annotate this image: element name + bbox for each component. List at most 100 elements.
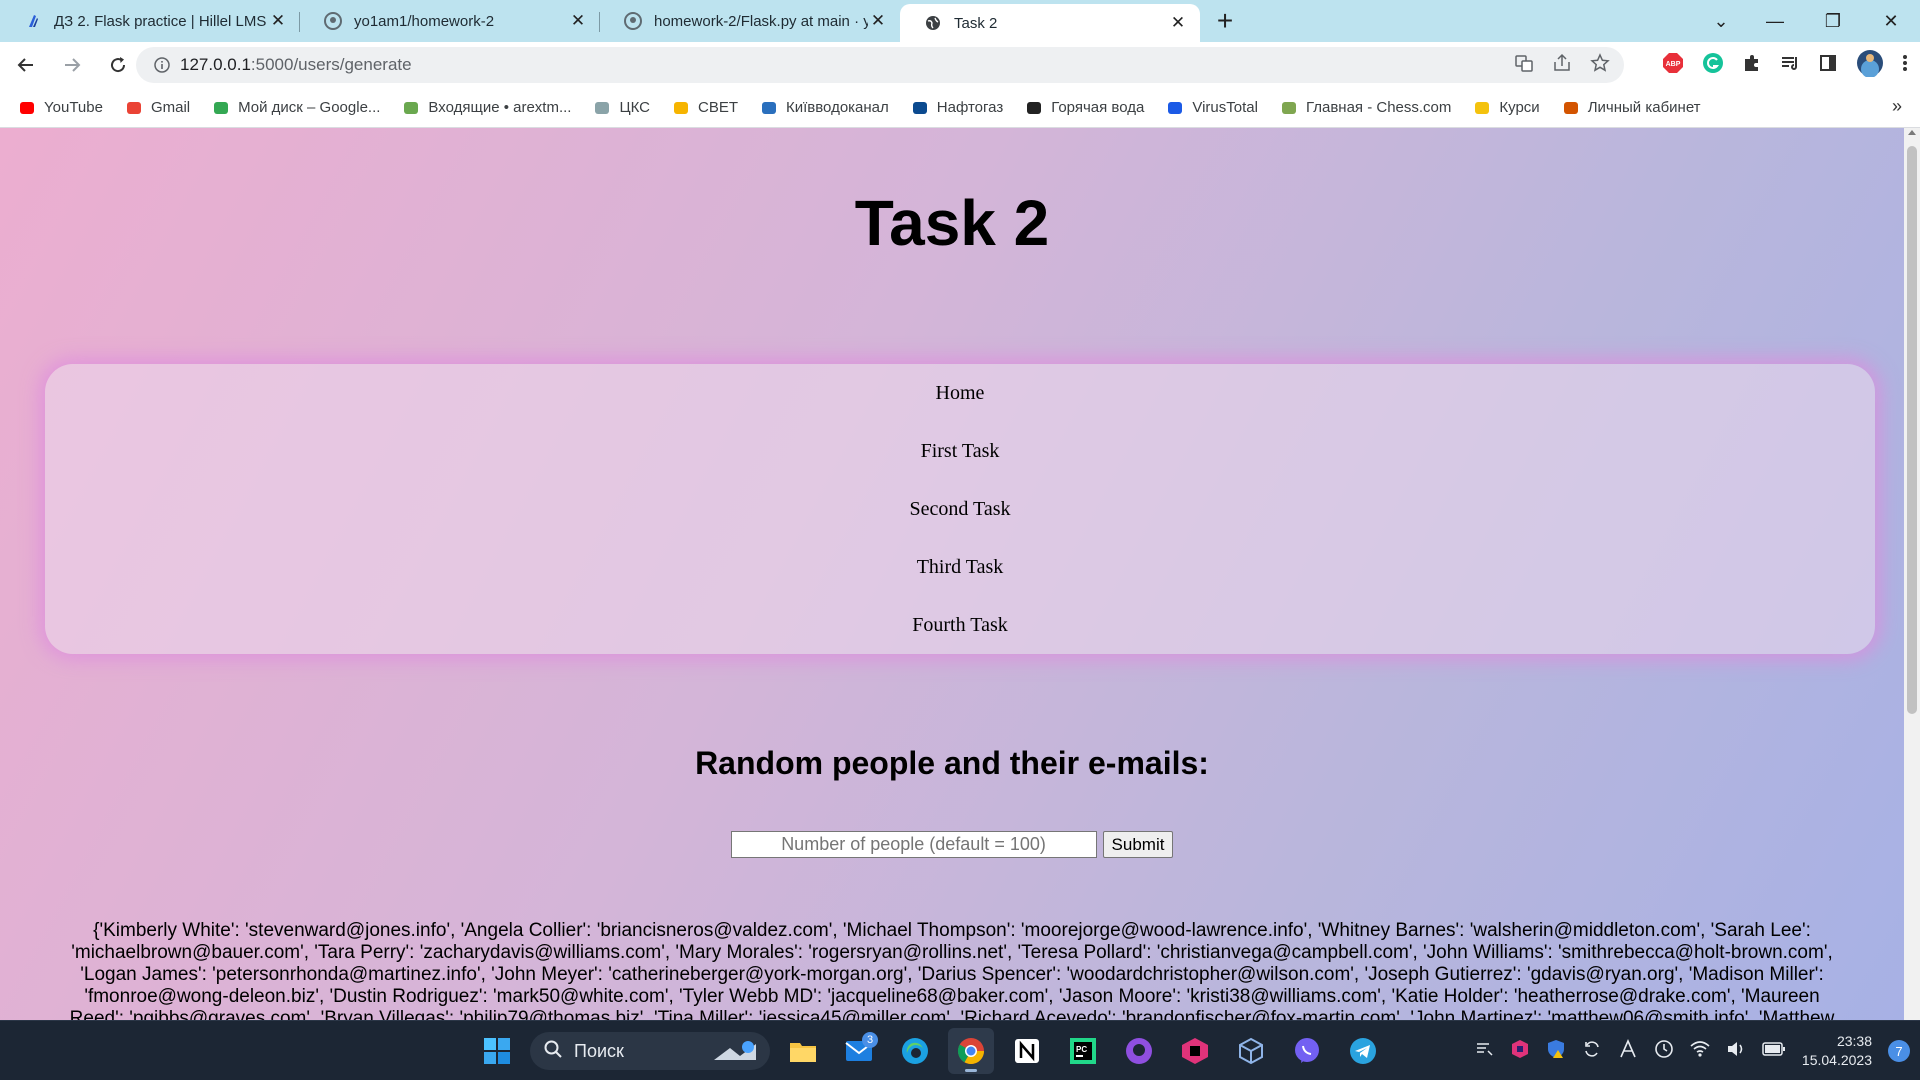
bookmarks-bar: YouTube Gmail Мой диск – Google... Входящие… [0, 88, 1920, 128]
svg-text:PC: PC [1076, 1045, 1087, 1054]
windows-start-icon[interactable] [474, 1028, 520, 1074]
tab-strip: ДЗ 2. Flask practice | Hillel LMS ✕ yo1a… [0, 0, 1920, 42]
close-icon[interactable]: ✕ [1168, 13, 1188, 33]
close-icon[interactable]: ✕ [568, 11, 588, 31]
file-explorer-icon[interactable] [780, 1028, 826, 1074]
bookmark-item[interactable]: Горячая вода [1025, 99, 1144, 117]
sync-icon[interactable] [1582, 1039, 1602, 1064]
github-icon [624, 12, 642, 30]
jetbrains-toolbox-icon[interactable] [1172, 1028, 1218, 1074]
clock-app-icon[interactable] [1654, 1039, 1674, 1064]
bookmark-item[interactable]: Главная - Chess.com [1280, 99, 1451, 117]
tab-title: yo1am1/homework-2 [354, 12, 495, 30]
new-tab-button[interactable]: + [1200, 0, 1250, 42]
people-count-input[interactable] [730, 831, 1097, 858]
bookmark-item[interactable]: Київводоканал [760, 99, 889, 117]
bookmark-label: Главная - Chess.com [1305, 99, 1452, 116]
bookmarks-overflow-icon[interactable]: » [1892, 96, 1902, 117]
tab-hillel-lms[interactable]: ДЗ 2. Flask practice | Hillel LMS ✕ [0, 0, 300, 42]
bookmark-item[interactable]: Нафтогаз [911, 99, 1003, 117]
system-tray: 23:38 15.04.2023 7 [1474, 1021, 1910, 1080]
address-bar[interactable]: 127.0.0.1:5000/users/generate [136, 47, 1624, 83]
viber-icon[interactable] [1284, 1028, 1330, 1074]
input-language-icon[interactable] [1618, 1038, 1638, 1064]
mail-app-icon[interactable]: 3 [836, 1028, 882, 1074]
notification-badge[interactable]: 7 [1888, 1040, 1910, 1062]
edge-icon[interactable] [892, 1028, 938, 1074]
hillel-lms-icon [24, 12, 42, 30]
vodokanal-icon [760, 99, 778, 117]
tab-task-2[interactable]: Task 2 ✕ [900, 4, 1200, 42]
virtualbox-icon[interactable] [1228, 1028, 1274, 1074]
generated-people-text: {'Kimberly White': 'stevenward@jones.inf… [69, 920, 1835, 1020]
close-icon[interactable]: ✕ [268, 11, 288, 31]
bookmark-item[interactable]: VirusTotal [1166, 99, 1258, 117]
volume-icon[interactable] [1726, 1040, 1746, 1063]
bookmark-item[interactable]: СВЕТ [672, 99, 738, 117]
bookmark-label: Горячая вода [1051, 99, 1145, 116]
mail-icon [402, 99, 420, 117]
site-info-icon[interactable] [144, 57, 180, 73]
adblock-icon[interactable]: ABP [1662, 52, 1684, 79]
nav-link-first-task[interactable]: First Task [921, 440, 1000, 498]
security-shield-icon[interactable] [1546, 1039, 1566, 1064]
generate-form: Submit [0, 831, 1904, 858]
extensions-puzzle-icon[interactable] [1742, 53, 1762, 78]
chrome-icon[interactable] [948, 1028, 994, 1074]
submit-button[interactable]: Submit [1102, 831, 1174, 858]
bookmark-item[interactable]: Мой диск – Google... [212, 99, 380, 117]
pycharm-icon[interactable]: PC [1060, 1028, 1106, 1074]
nav-link-home[interactable]: Home [936, 382, 985, 440]
bookmark-item[interactable]: Курси [1473, 99, 1540, 117]
tab-github-file[interactable]: homework-2/Flask.py at main · yo ✕ [600, 0, 900, 42]
nav-link-third-task[interactable]: Third Task [917, 556, 1004, 614]
tray-app-icon[interactable] [1510, 1039, 1530, 1064]
tab-title: ДЗ 2. Flask practice | Hillel LMS [54, 12, 267, 30]
close-window-button[interactable]: ✕ [1862, 0, 1920, 42]
grammarly-icon[interactable] [1702, 52, 1724, 79]
chrome-menu-icon[interactable] [1902, 53, 1908, 78]
translate-icon[interactable] [1514, 53, 1534, 78]
bookmark-item[interactable]: ЦКС [593, 99, 650, 117]
bookmark-star-icon[interactable] [1590, 52, 1610, 78]
battery-icon[interactable] [1762, 1041, 1786, 1061]
side-panel-icon[interactable] [1818, 53, 1838, 78]
forward-button[interactable] [52, 45, 92, 85]
notion-icon[interactable] [1004, 1028, 1050, 1074]
minimize-button[interactable]: — [1746, 0, 1804, 42]
scrollbar-thumb[interactable] [1907, 146, 1917, 714]
svg-text:ABP: ABP [1666, 61, 1681, 68]
bookmark-item[interactable]: Gmail [125, 99, 190, 117]
bookmark-item[interactable]: YouTube [18, 99, 103, 117]
taskbar-search[interactable]: Поиск [530, 1032, 770, 1070]
nav-link-fourth-task[interactable]: Fourth Task [912, 614, 1007, 672]
taskbar: Поиск 3 PC 23:38 15.04.2023 7 [0, 1020, 1920, 1080]
profile-avatar-icon[interactable] [1856, 49, 1884, 82]
reload-button[interactable] [98, 45, 138, 85]
close-icon[interactable]: ✕ [868, 11, 888, 31]
scroll-up-arrow-icon[interactable] [1908, 130, 1916, 135]
globe-icon [1025, 99, 1043, 117]
bookmark-item[interactable]: Личный кабинет [1562, 99, 1701, 117]
system-clock[interactable]: 23:38 15.04.2023 [1802, 1032, 1872, 1070]
reading-list-icon[interactable] [1780, 53, 1800, 78]
clock-date: 15.04.2023 [1801, 1052, 1872, 1068]
bookmark-label: Личный кабинет [1587, 99, 1701, 116]
bookmark-label: Нафтогаз [936, 99, 1004, 116]
github-desktop-icon[interactable] [1116, 1028, 1162, 1074]
taskbar-apps: Поиск 3 PC [474, 1027, 1386, 1075]
tray-notes-icon[interactable] [1474, 1039, 1494, 1064]
page-scrollbar[interactable] [1904, 128, 1920, 1020]
bookmark-label: Gmail [150, 99, 191, 116]
bookmark-item[interactable]: Входящие • arextm... [402, 99, 571, 117]
tab-search-icon[interactable]: ⌄ [1696, 0, 1746, 42]
page-viewport: Task 2 Home First Task Second Task Third… [0, 128, 1904, 1020]
restore-button[interactable]: ❐ [1804, 0, 1862, 42]
telegram-icon[interactable] [1340, 1028, 1386, 1074]
tab-github-repo[interactable]: yo1am1/homework-2 ✕ [300, 0, 600, 42]
back-button[interactable] [6, 45, 46, 85]
svet-icon [672, 99, 690, 117]
nav-link-second-task[interactable]: Second Task [910, 498, 1011, 556]
share-icon[interactable] [1552, 53, 1572, 78]
wifi-icon[interactable] [1690, 1040, 1710, 1063]
